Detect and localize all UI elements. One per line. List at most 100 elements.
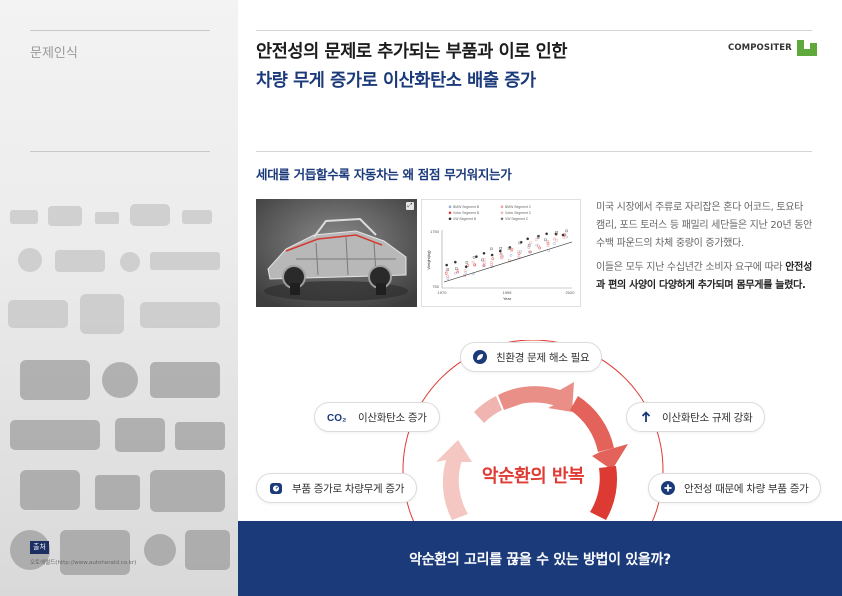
left-panel: 문제인식 출처 오토헤럴드(http://www.autoherald.co.k… [0, 0, 238, 596]
data-point [465, 261, 469, 264]
question-banner: 악순환의 고리를 끊을 수 있는 방법이 있을까? [238, 521, 842, 596]
data-point [464, 265, 468, 269]
data-point [471, 260, 475, 264]
data-point [529, 241, 532, 244]
logo-mark-icon [796, 40, 817, 56]
data-point [472, 256, 476, 259]
data-point [498, 249, 502, 253]
car-frame-photo: ⤢ [256, 199, 417, 307]
cycle-item-label: 친환경 문제 해소 필요 [496, 351, 590, 364]
data-point [562, 236, 566, 239]
divider [30, 151, 210, 152]
cycle-arrow-head [436, 440, 472, 462]
cycle-item-label: 이산화탄소 규제 강화 [662, 411, 753, 424]
plus-circle-icon [661, 481, 675, 495]
data-point [490, 261, 493, 264]
logo-text: COMPOSITER [728, 43, 792, 53]
cycle-item-regulation: 이산화탄소 규제 강화 [626, 402, 766, 432]
legend-label: BMW Segment C [505, 205, 532, 209]
data-point [446, 277, 450, 281]
data-point [482, 261, 486, 264]
data-point [490, 253, 494, 257]
data-point [565, 235, 569, 239]
divider [256, 30, 812, 31]
section-subheading: 세대를 거듭할수록 자동차는 왜 점점 무거워지는가 [256, 167, 512, 182]
paragraph: 미국 시장에서 주류로 자리잡은 혼다 어코드, 토요타 캠리, 포드 토러스 … [596, 202, 813, 249]
paragraph: 이들은 모두 지난 수십년간 소비자 요구에 따라 안전성과 편의 사양이 다양… [596, 259, 814, 295]
data-point [445, 263, 449, 267]
car-body-illustration [256, 199, 417, 307]
cycle-item-label: 부품 증가로 차량무게 증가 [292, 482, 405, 495]
data-point [482, 251, 486, 255]
cycle-arrow-segment [570, 396, 614, 452]
data-point [545, 232, 548, 236]
legend-label: VW Segment C [505, 217, 529, 221]
legend-marker [448, 217, 452, 221]
data-point [510, 248, 514, 251]
data-point [490, 263, 493, 266]
data-point [453, 260, 457, 264]
legend-marker [448, 205, 452, 209]
data-point [538, 246, 542, 250]
data-point [519, 240, 523, 244]
cycle-item-parts: 부품 증가로 차량무게 증가 [256, 473, 418, 503]
x-tick-label: 1970 [438, 290, 448, 295]
description-text: 미국 시장에서 주류로 자리잡은 혼다 어코드, 토요타 캠리, 포드 토러스 … [596, 199, 814, 301]
x-tick-label: 2020 [566, 290, 576, 295]
data-point [546, 244, 550, 247]
data-point [499, 252, 503, 256]
cycle-item-safety: 안전성 때문에 차량 부품 증가 [648, 473, 822, 503]
cycle-item-label: 안전성 때문에 차량 부품 증가 [684, 482, 809, 495]
cycle-arrow-segment [474, 396, 502, 423]
legend-label: Volvo Segment B [453, 211, 480, 215]
x-tick-label: 1995 [503, 290, 513, 295]
cycle-item-label: 이산화탄소 증가 [358, 411, 427, 424]
co2-icon: CO₂ [327, 410, 349, 424]
cycle-item-co2: CO₂ 이산화탄소 증가 [314, 402, 440, 432]
page-title-line2: 차량 무게 증가로 이산화탄소 배출 증가 [256, 71, 536, 91]
scatter-plot: BMW Segment B BMW Segment C Volvo Segment … [426, 205, 576, 301]
legend-label: BMW Segment B [453, 205, 480, 209]
data-point [483, 258, 486, 261]
page-title-line1: 안전성의 문제로 추가되는 부품과 이로 인한 [256, 42, 568, 62]
legend-marker [500, 205, 504, 209]
x-axis-label: Year [503, 296, 512, 301]
y-tick-label: 1750 [430, 229, 440, 234]
legend-marker [448, 211, 452, 215]
y-axis-label: Weight(kg) [426, 250, 431, 270]
data-point [553, 237, 556, 241]
data-point [565, 229, 568, 233]
data-point [526, 237, 530, 241]
weight-trend-chart: BMW Segment B BMW Segment C Volvo Segment … [421, 199, 581, 307]
data-point [446, 275, 449, 278]
data-point [491, 257, 495, 261]
data-point [475, 255, 478, 259]
svg-text:CO₂: CO₂ [327, 413, 346, 424]
legend-label: VW Segment B [453, 217, 477, 221]
legend-marker [500, 217, 504, 221]
data-point [499, 246, 502, 250]
divider [30, 30, 210, 31]
data-point [454, 271, 457, 275]
data-point [517, 255, 521, 259]
source-text: 오토헤럴드(http://www.autoherald.co.kr) [30, 560, 137, 566]
data-point [490, 247, 493, 251]
data-point [519, 250, 523, 253]
y-tick-label: 750 [432, 284, 439, 289]
data-point [544, 238, 547, 242]
divider [256, 151, 812, 152]
legend-marker [500, 211, 504, 215]
data-point [481, 258, 484, 262]
expand-icon[interactable]: ⤢ [406, 202, 414, 210]
scale-icon [269, 481, 283, 495]
data-point [534, 238, 538, 242]
leaf-icon [473, 350, 487, 364]
data-point [444, 272, 448, 275]
auto-parts-background-image [8, 204, 230, 575]
compositer-logo: COMPOSITER [728, 40, 817, 56]
data-point [553, 242, 556, 245]
source-badge: 출처 [30, 541, 49, 554]
data-point [555, 239, 558, 242]
legend-label: Volvo Segment C [505, 211, 532, 215]
arrow-up-icon [639, 410, 653, 424]
